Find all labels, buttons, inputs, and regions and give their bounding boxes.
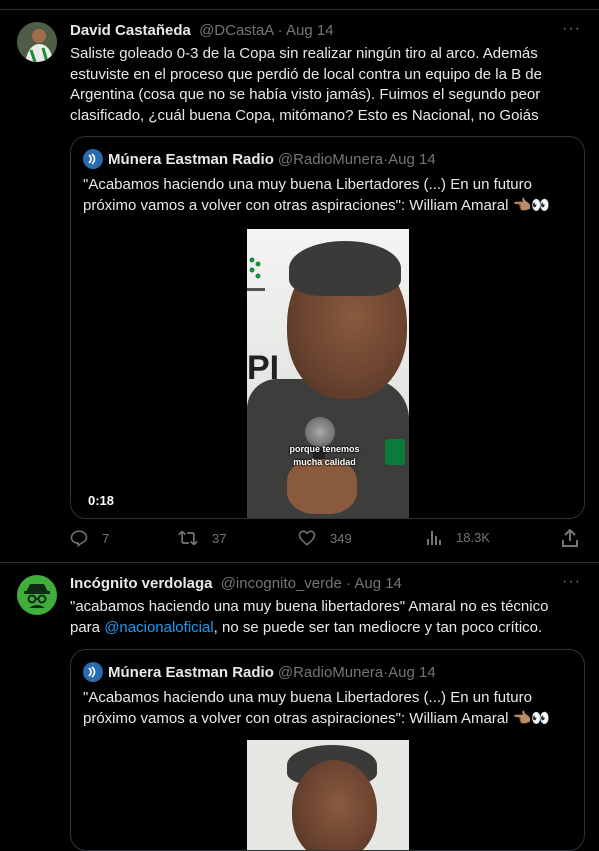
quoted-avatar	[83, 662, 103, 682]
tweet-text: "acabamos haciendo una muy buena liberta…	[70, 597, 575, 638]
tweet-text-line: Saliste goleado 0-3 de la Copa sin reali…	[70, 45, 538, 62]
author-handle[interactable]: @DCastaA	[199, 22, 273, 39]
author-name[interactable]: Incógnito verdolaga	[70, 575, 213, 592]
author-handle[interactable]: @incognito_verde	[221, 575, 342, 592]
avatar-photo	[17, 22, 57, 62]
like-count: 349	[330, 530, 352, 546]
tweet-text-line: estuviste en el proceso que perdió de lo…	[70, 65, 542, 83]
quoted-text: "Acabamos haciendo una muy buena Liberta…	[83, 175, 578, 216]
person-hair	[289, 241, 401, 296]
tweet-text-line: "acabamos haciendo una muy buena liberta…	[70, 598, 549, 615]
quoted-tweet[interactable]: Múnera Eastman Radio @RadioMunera · Aug …	[70, 649, 585, 851]
tweet[interactable]: Incógnito verdolaga @incognito_verde · A…	[0, 563, 599, 851]
like-button[interactable]: 349	[298, 529, 352, 547]
text-segment: para	[70, 618, 105, 636]
reply-icon	[70, 529, 88, 547]
quoted-text-line: "Acabamos haciendo una muy buena Liberta…	[83, 689, 532, 706]
tweet[interactable]: David Castañeda @DCastaA · Aug 14 ··· Sa…	[0, 10, 599, 562]
club-badge	[385, 439, 405, 465]
video-player[interactable]: PI porque tenemos mucha calidad 0:18	[71, 227, 584, 518]
tweet-text-line: Argentina (cosa que no se había visto ja…	[70, 86, 541, 103]
like-icon	[298, 529, 316, 547]
tweet-text-line: para @nacionaloficial, no se puede ser t…	[70, 618, 575, 639]
video-frame[interactable]	[247, 740, 409, 850]
tweet-text: Saliste goleado 0-3 de la Copa sin reali…	[70, 44, 575, 126]
quoted-text-line: "Acabamos haciendo una muy buena Liberta…	[83, 176, 532, 193]
quoted-timestamp: Aug 14	[388, 150, 436, 168]
tweet-actions: 7 37 349 18.3K	[70, 529, 583, 551]
separator: ·	[273, 22, 286, 39]
radio-wave-icon	[88, 666, 96, 678]
retweet-icon	[178, 529, 198, 547]
quoted-tweet-header: Múnera Eastman Radio @RadioMunera · Aug …	[83, 662, 436, 682]
quoted-avatar	[83, 149, 103, 169]
share-icon	[562, 529, 578, 547]
mention-link[interactable]: @nacionaloficial	[104, 619, 213, 636]
reply-button[interactable]: 7	[70, 529, 109, 547]
timestamp[interactable]: Aug 14	[286, 22, 334, 39]
sponsor-logo	[247, 257, 265, 291]
more-icon[interactable]: ···	[562, 20, 581, 38]
person-face	[292, 760, 377, 850]
tweet-text-line: clasificado, ¿cuál buena Copa, mitómano?…	[70, 106, 539, 124]
tweet-header: David Castañeda @DCastaA · Aug 14	[70, 22, 334, 39]
quoted-tweet-header: Múnera Eastman Radio @RadioMunera · Aug …	[83, 149, 436, 169]
video-caption: porque tenemos mucha calidad	[267, 443, 382, 469]
radio-wave-icon	[88, 153, 96, 165]
retweet-count: 37	[212, 530, 227, 546]
quoted-tweet[interactable]: Múnera Eastman Radio @RadioMunera · Aug …	[70, 136, 585, 519]
avatar[interactable]	[17, 575, 57, 615]
quoted-author-handle: @RadioMunera	[277, 150, 384, 168]
views-icon	[426, 529, 442, 545]
separator: ·	[341, 575, 355, 592]
quoted-timestamp: Aug 14	[388, 663, 436, 681]
incognito-icon	[24, 584, 50, 608]
more-icon[interactable]: ···	[562, 573, 581, 591]
text-segment: , no se puede ser tan mediocre y tan poc…	[213, 618, 543, 636]
caption-line: porque tenemos	[289, 444, 360, 454]
video-duration: 0:18	[88, 493, 115, 508]
share-button[interactable]	[562, 529, 578, 547]
views-button[interactable]: 18.3K	[426, 529, 490, 545]
quoted-author-handle: @RadioMunera	[277, 663, 384, 681]
quoted-text-line: próximo vamos a volver con otras aspirac…	[83, 709, 550, 727]
timestamp[interactable]: Aug 14	[354, 575, 402, 592]
quoted-author-name: Múnera Eastman Radio	[108, 663, 274, 681]
reply-count: 7	[102, 530, 110, 546]
tweet-header: Incógnito verdolaga @incognito_verde · A…	[70, 575, 402, 592]
author-name[interactable]: David Castañeda	[70, 22, 191, 39]
quoted-text-line: próximo vamos a volver con otras aspirac…	[83, 196, 550, 214]
video-frame[interactable]: PI porque tenemos mucha calidad	[247, 229, 409, 518]
views-count: 18.3K	[456, 529, 490, 545]
avatar[interactable]	[17, 22, 57, 62]
retweet-button[interactable]: 37	[178, 529, 226, 547]
quoted-text: "Acabamos haciendo una muy buena Liberta…	[83, 688, 578, 729]
quoted-author-name: Múnera Eastman Radio	[108, 150, 274, 168]
caption-line: mucha calidad	[293, 457, 356, 467]
